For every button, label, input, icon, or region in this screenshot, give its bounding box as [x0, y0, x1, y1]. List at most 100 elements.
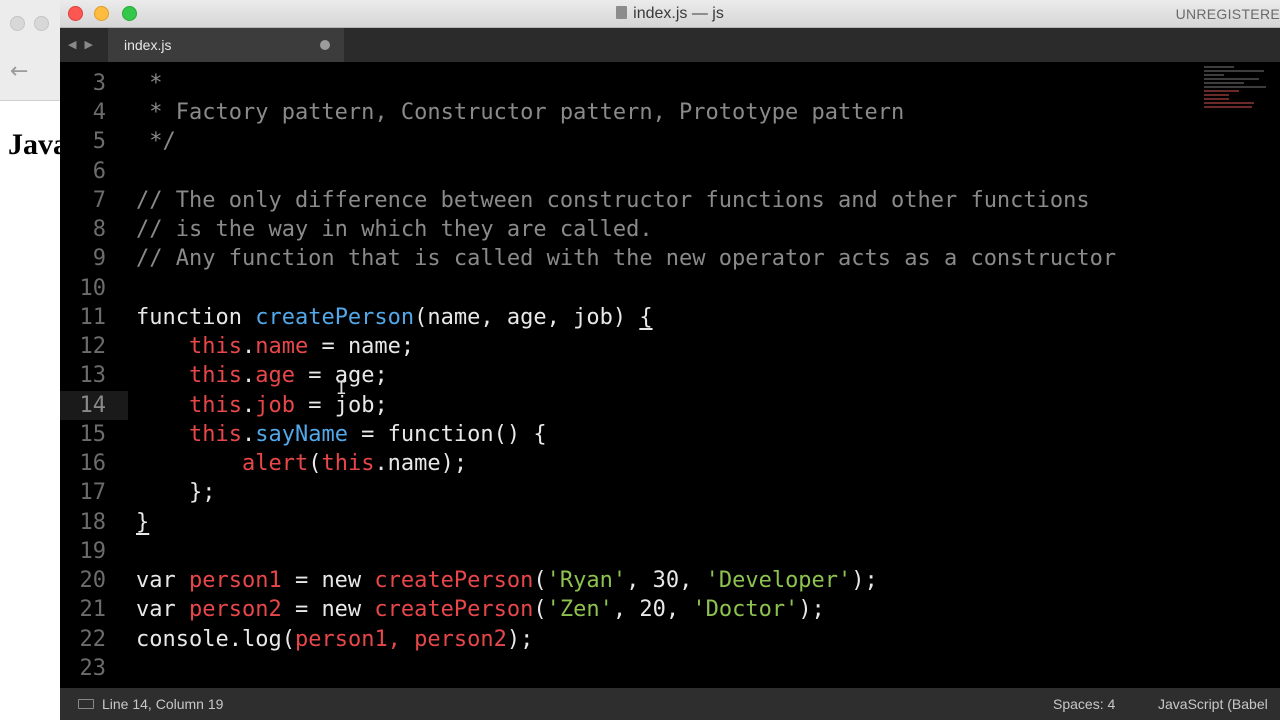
- string-token: 'Doctor': [692, 597, 799, 622]
- indentation-setting[interactable]: Spaces: 4: [1053, 688, 1115, 720]
- gutter-cell: 12: [60, 332, 128, 361]
- method-token: sayName: [255, 422, 348, 447]
- string-token: 'Ryan': [546, 568, 627, 593]
- gutter-cell: 18: [60, 508, 128, 537]
- end-token: );: [798, 597, 825, 622]
- params-token: (name, age, job): [414, 305, 640, 330]
- number-token: , 30,: [626, 568, 706, 593]
- dot-token: .: [241, 334, 256, 359]
- args-token: .name);: [374, 451, 468, 476]
- indent-token: [136, 363, 189, 388]
- this-token: this: [188, 334, 242, 359]
- code-line: 6: [60, 157, 1280, 186]
- this-token: this: [321, 451, 375, 476]
- code-text: }: [136, 510, 150, 535]
- tab-index-js[interactable]: index.js: [108, 28, 344, 62]
- unsaved-dot-icon[interactable]: [320, 40, 330, 50]
- syntax-selector[interactable]: JavaScript (Babel: [1158, 688, 1268, 720]
- line-number: 6: [92, 159, 106, 184]
- window-title: index.js — js: [633, 5, 724, 22]
- line-number: 5: [92, 129, 106, 154]
- gutter-cell: 4: [60, 98, 128, 127]
- variable-token: person1: [188, 568, 282, 593]
- code-line-current: 14 this.job = job;: [60, 391, 1280, 420]
- maximize-button[interactable]: [122, 6, 137, 21]
- tab-next-arrow-icon[interactable]: ▶: [84, 28, 92, 62]
- gutter-cell: 5: [60, 127, 128, 156]
- assign-token: = function() {: [347, 422, 547, 447]
- this-token: this: [188, 422, 242, 447]
- line-number: 8: [92, 217, 106, 242]
- gutter-cell: 22: [60, 625, 128, 654]
- code-text: this.job = job;: [136, 391, 388, 420]
- background-close-dot: [10, 16, 25, 31]
- paren-token: (: [308, 451, 322, 476]
- line-number: 17: [79, 480, 107, 505]
- line-number: 23: [79, 656, 107, 681]
- property-token: age: [255, 363, 295, 388]
- code-text: this.sayName = function() {: [136, 420, 547, 449]
- panel-toggle-icon[interactable]: [78, 699, 94, 709]
- indent-token: [136, 393, 189, 418]
- minimize-button[interactable]: [94, 6, 109, 21]
- code-line: 15 this.sayName = function() {: [60, 420, 1280, 449]
- code-line: 16 alert(this.name);: [60, 449, 1280, 478]
- tab-bar: ◀ ▶ index.js: [60, 28, 1280, 62]
- paren-token: (: [533, 568, 547, 593]
- code-editor[interactable]: 3 * 4 * Factory pattern, Constructor pat…: [60, 62, 1280, 688]
- code-line: 20 var person1 = new createPerson('Ryan'…: [60, 566, 1280, 595]
- minimap[interactable]: [1204, 66, 1272, 126]
- code-text: function createPerson(name, age, job) {: [136, 303, 653, 332]
- code-line: 19: [60, 537, 1280, 566]
- gutter-cell: 16: [60, 449, 128, 478]
- unregistered-label: UNREGISTERE: [1175, 6, 1280, 22]
- code-line: 10: [60, 274, 1280, 303]
- line-number: 21: [79, 597, 107, 622]
- this-token: this: [188, 393, 242, 418]
- line-number: 3: [92, 71, 106, 96]
- code-text: */: [136, 129, 176, 154]
- this-token: this: [188, 363, 242, 388]
- close-button[interactable]: [68, 6, 83, 21]
- gutter-cell: 20: [60, 566, 128, 595]
- code-line: 18 }: [60, 508, 1280, 537]
- code-text: this.name = name;: [136, 332, 414, 361]
- editor-window: index.js — js UNREGISTERE ◀ ▶ index.js 3 …: [60, 0, 1280, 720]
- code-text: // The only difference between construct…: [136, 188, 1090, 213]
- code-line: 13 this.age = age;: [60, 361, 1280, 390]
- line-number: 18: [79, 510, 107, 535]
- indent-token: [136, 422, 189, 447]
- constructor-token: createPerson: [374, 597, 534, 622]
- code-line: 5 */: [60, 127, 1280, 156]
- line-number: 4: [92, 100, 106, 125]
- variable-token: person2: [188, 597, 282, 622]
- paren-token: (: [281, 627, 295, 652]
- code-text: var person2 = new createPerson('Zen', 20…: [136, 595, 825, 624]
- gutter-cell: 15: [60, 420, 128, 449]
- code-line: 12 this.name = name;: [60, 332, 1280, 361]
- gutter-cell: 21: [60, 595, 128, 624]
- code-line: 21 var person2 = new createPerson('Zen',…: [60, 595, 1280, 624]
- keyword-token: var: [136, 568, 189, 593]
- line-number: 13: [79, 363, 107, 388]
- background-page-heading: Java: [8, 128, 60, 161]
- dot-token: .: [241, 393, 256, 418]
- back-arrow-icon[interactable]: ←: [10, 60, 34, 84]
- line-number: 22: [79, 627, 107, 652]
- indent-token: [136, 334, 189, 359]
- gutter-cell: 14: [60, 391, 128, 420]
- gutter-cell: 17: [60, 478, 128, 507]
- line-number: 12: [79, 334, 107, 359]
- line-number: 14: [79, 393, 107, 418]
- window-title-wrap: index.js — js: [60, 0, 1280, 28]
- gutter-cell: 13: [60, 361, 128, 390]
- code-text: // Any function that is called with the …: [136, 246, 1117, 271]
- tab-prev-arrow-icon[interactable]: ◀: [68, 28, 76, 62]
- gutter-cell: 19: [60, 537, 128, 566]
- code-text: // is the way in which they are called.: [136, 217, 653, 242]
- code-line: 23: [60, 654, 1280, 683]
- string-token: 'Zen': [546, 597, 613, 622]
- assign-token: = new: [281, 597, 375, 622]
- code-text: *: [136, 71, 163, 96]
- code-line: 22 console.log(person1, person2);: [60, 625, 1280, 654]
